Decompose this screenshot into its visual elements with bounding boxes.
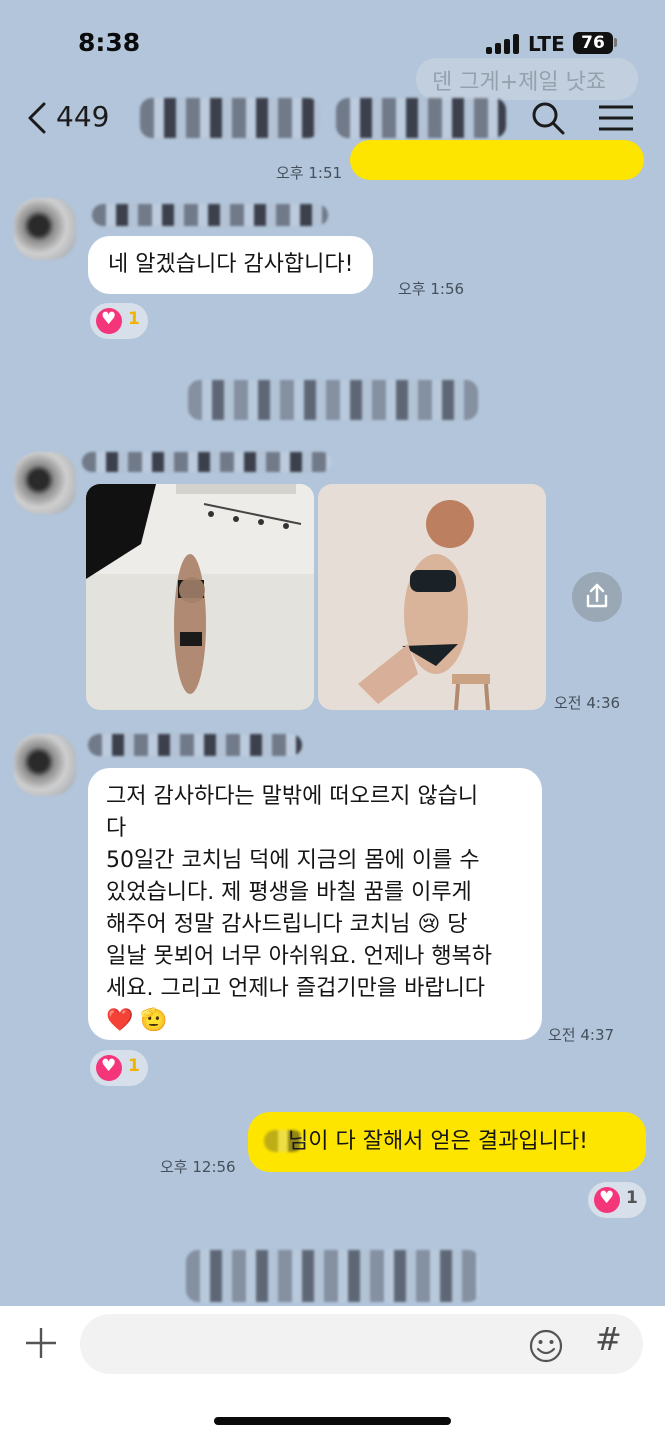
message-line: 있었습니다. 제 평생을 바칠 꿈를 이루게 [106,880,472,905]
reaction-badge[interactable]: 1 [90,1050,148,1086]
heart-icon [96,1055,122,1081]
reaction-badge[interactable]: 1 [90,303,148,339]
message-line: 그저 감사하다는 말밖에 떠오르지 않습니 [106,784,479,809]
reaction-count: 1 [626,1188,638,1208]
outgoing-bubble[interactable]: 님이 다 잘해서 얻은 결과입니다! [248,1112,646,1172]
unread-count[interactable]: 449 [56,100,109,133]
reaction-badge[interactable]: 1 [588,1182,646,1218]
sender-name-redacted [88,734,302,756]
chat-title-redacted-2 [336,98,506,138]
date-divider-redacted [188,380,478,420]
home-indicator [214,1417,451,1425]
battery-icon: 76 [573,32,613,54]
reaction-count: 1 [128,309,140,329]
incoming-bubble[interactable]: 네 알겠습니다 감사합니다! [88,236,374,294]
hamburger-menu-icon[interactable] [598,104,634,132]
message-text: 님이 다 잘해서 얻은 결과입니다! [288,1129,588,1154]
photo-thumbnail[interactable] [318,484,546,710]
message-line: 다 [106,816,127,841]
outgoing-bubble[interactable] [350,140,644,180]
avatar[interactable] [14,198,76,260]
incoming-bubble[interactable]: 그저 감사하다는 말밖에 떠오르지 않습니 다 50일간 코치님 덕에 지금의 … [88,768,542,1040]
message-time: 오전 4:36 [554,694,621,712]
status-time: 8:38 [78,28,141,57]
heart-icon [96,308,122,334]
message-text: 네 알겠습니다 감사합니다! [108,252,354,277]
search-icon[interactable] [530,100,566,136]
message-line: 해주어 정말 감사드립니다 코치님 😢 당 [106,912,468,937]
reaction-count: 1 [128,1056,140,1076]
plus-icon[interactable] [24,1326,58,1360]
photo-thumbnail[interactable] [86,484,314,710]
battery-tip [614,38,617,47]
message-time: 오후 1:51 [276,164,343,182]
chat-title-redacted [140,98,320,138]
hash-icon[interactable]: # [595,1320,622,1358]
sender-name-redacted [92,204,328,226]
message-line: ❤️ 🫡 [106,1008,168,1033]
chevron-left-icon[interactable] [26,100,50,136]
date-divider-redacted [186,1250,480,1302]
network-label: LTE [528,32,565,56]
message-time: 오후 12:56 [160,1158,236,1176]
signal-icon [486,34,520,54]
message-time: 오후 1:56 [398,280,465,298]
message-line: 일날 못뵈어 너무 아쉬워요. 언제나 행복하 [106,944,493,969]
sender-name-redacted [82,452,332,472]
message-time: 오전 4:37 [548,1026,615,1044]
emoji-icon[interactable] [528,1328,564,1364]
ghost-text: 덴 그게+제일 낫죠 [432,70,607,95]
avatar[interactable] [14,452,76,514]
name-redacted [264,1130,304,1152]
message-line: 세요. 그리고 언제나 즐겁기만을 바랍니다 [106,976,486,1001]
share-icon[interactable] [572,572,622,622]
avatar[interactable] [14,734,76,796]
message-line: 50일간 코치님 덕에 지금의 몸에 이를 수 [106,848,480,873]
heart-icon [594,1187,620,1213]
